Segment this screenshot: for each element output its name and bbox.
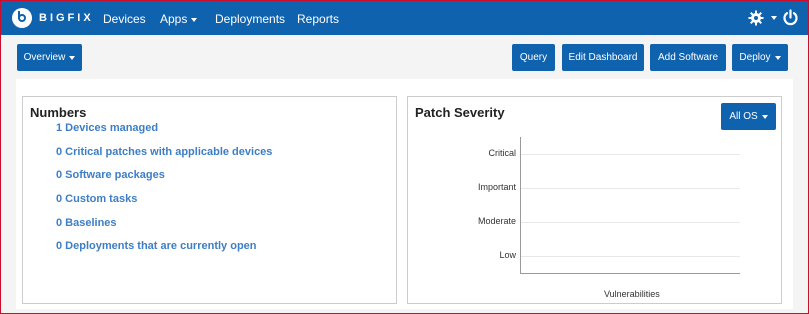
- y-tick-label: Important: [477, 182, 516, 192]
- custom-tasks-link[interactable]: 0 Custom tasks: [56, 193, 137, 205]
- brand-name: BIGFIX: [39, 12, 94, 24]
- devices-managed-link[interactable]: 1 Devices managed: [56, 122, 158, 134]
- chart-gridline: [521, 222, 740, 223]
- chevron-down-icon: [774, 55, 781, 60]
- x-axis-label: Vulnerabilities: [604, 289, 660, 299]
- power-icon[interactable]: [782, 9, 799, 26]
- nav-reports-label: Reports: [297, 12, 340, 26]
- overview-label: Overview: [23, 52, 66, 63]
- open-deployments-link[interactable]: 0 Deployments that are currently open: [56, 240, 257, 252]
- patch-severity-chart: Critical Important Moderate Low: [408, 97, 783, 305]
- chart-gridline: [521, 256, 740, 257]
- nav-deployments[interactable]: Deployments: [215, 12, 285, 26]
- nav-deployments-label: Deployments: [215, 12, 286, 26]
- overview-dropdown-button[interactable]: Overview: [17, 44, 82, 71]
- add-software-button[interactable]: Add Software: [650, 44, 726, 71]
- bigfix-logo[interactable]: BIGFIX: [12, 8, 94, 28]
- numbers-panel: Numbers 1 Devices managed 0 Critical pat…: [22, 96, 397, 304]
- nav-apps-label: Apps: [160, 12, 188, 26]
- baselines-link[interactable]: 0 Baselines: [56, 217, 117, 229]
- edit-dashboard-label: Edit Dashboard: [568, 52, 638, 63]
- chart-gridline: [521, 154, 740, 155]
- query-label: Query: [519, 52, 548, 63]
- top-navbar: BIGFIX Devices Apps Deployments Reports: [1, 1, 808, 35]
- chevron-down-icon: [191, 17, 198, 22]
- x-axis-line: [520, 273, 740, 274]
- add-software-label: Add Software: [657, 52, 719, 63]
- nav-devices[interactable]: Devices: [103, 12, 146, 26]
- edit-dashboard-button[interactable]: Edit Dashboard: [562, 44, 644, 71]
- nav-reports[interactable]: Reports: [297, 12, 339, 26]
- nav-devices-label: Devices: [103, 12, 146, 26]
- nav-apps[interactable]: Apps: [160, 12, 198, 26]
- patch-severity-panel: Patch Severity All OS Critical Important M…: [407, 96, 782, 304]
- software-packages-link[interactable]: 0 Software packages: [56, 169, 165, 181]
- gear-icon[interactable]: [748, 10, 764, 26]
- query-button[interactable]: Query: [512, 44, 555, 71]
- numbers-panel-title: Numbers: [30, 105, 87, 120]
- bigfix-logo-icon: [12, 8, 32, 28]
- y-tick-label: Moderate: [477, 216, 516, 226]
- chart-gridline: [521, 188, 740, 189]
- chevron-down-icon: [69, 55, 76, 60]
- y-tick-label: Critical: [488, 148, 516, 158]
- deploy-dropdown-button[interactable]: Deploy: [732, 44, 788, 71]
- settings-chevron-down-icon[interactable]: [771, 16, 777, 20]
- y-axis-line: [520, 137, 521, 273]
- y-tick-label: Low: [499, 250, 516, 260]
- critical-patches-link[interactable]: 0 Critical patches with applicable devic…: [56, 146, 272, 158]
- deploy-label: Deploy: [739, 52, 771, 63]
